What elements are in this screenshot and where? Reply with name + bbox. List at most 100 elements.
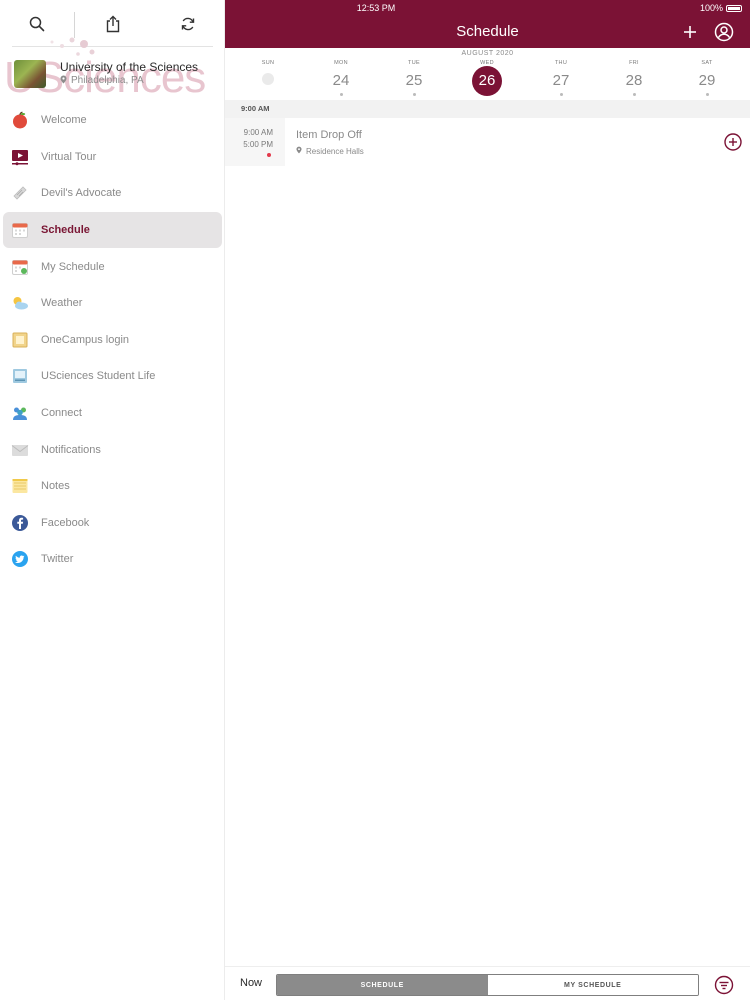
time-section-label: 9:00 AM [241, 104, 270, 113]
sidebar-item-label: Devil's Advocate [41, 187, 122, 200]
event-start-time: 9:00 AM [243, 128, 273, 137]
calendar-icon [11, 221, 29, 239]
day-event-dot [705, 93, 709, 96]
time-section-header: 9:00 AM [225, 100, 750, 118]
apple-icon [11, 111, 29, 129]
battery-percent: 100% [699, 3, 723, 13]
day-number-selected: 26 [472, 66, 502, 96]
location-pin-icon [296, 146, 302, 156]
organization-name: University of the Sciences [60, 60, 199, 74]
day-thu[interactable]: THU 27 [531, 60, 591, 96]
organization-avatar [14, 60, 46, 88]
sidebar-item-weather[interactable]: Weather [3, 285, 222, 322]
sidebar-item-devils-advocate[interactable]: Devil's Advocate [3, 175, 222, 212]
account-icon[interactable] [713, 21, 735, 43]
day-number: 27 [552, 72, 570, 89]
sidebar-item-notes[interactable]: Notes [3, 468, 222, 505]
laptop-icon [11, 367, 29, 385]
event-time-block: 9:00 AM 5:00 PM [225, 118, 285, 166]
sidebar-menu: Welcome Virtual Tour Devil's Advocate Sc… [0, 102, 225, 578]
refresh-icon[interactable] [176, 12, 200, 36]
day-number: 29 [698, 72, 716, 89]
day-sun[interactable]: SUN [238, 60, 298, 85]
sidebar-item-label: Notifications [41, 443, 101, 456]
event-end-time: 5:00 PM [243, 140, 273, 149]
schedule-segmented-control: SCHEDULE MY SCHEDULE [276, 974, 699, 996]
day-event-dot [412, 93, 416, 96]
twitter-icon [11, 550, 29, 568]
sidebar-item-virtual-tour[interactable]: Virtual Tour [3, 139, 222, 176]
newspaper-icon [11, 184, 29, 202]
sidebar-item-facebook[interactable]: Facebook [3, 505, 222, 542]
sidebar-item-label: Virtual Tour [41, 150, 97, 163]
page-title: Schedule [456, 23, 519, 40]
day-of-week: SUN [261, 60, 275, 66]
now-button[interactable]: Now [240, 977, 262, 989]
filter-icon[interactable] [714, 975, 734, 995]
sidebar-item-label: Welcome [41, 114, 87, 127]
day-number: 24 [332, 72, 350, 89]
sidebar-item-label: Schedule [41, 224, 90, 237]
sidebar-item-usciences-student-life[interactable]: USciences Student Life [3, 358, 222, 395]
add-to-schedule-icon[interactable] [724, 133, 742, 151]
calendar-check-icon [11, 258, 29, 276]
schedule-pane: 12:53 PM 100% Schedule AUGUST 2020 SUN M… [225, 0, 750, 1000]
day-event-dot [339, 93, 343, 96]
organization-location: Philadelphia, PA [60, 75, 144, 87]
day-number: 25 [405, 72, 423, 89]
day-wed[interactable]: WED 26 [457, 60, 517, 96]
day-number: 28 [625, 72, 643, 89]
segment-my-schedule[interactable]: MY SCHEDULE [487, 975, 698, 995]
sidebar-item-my-schedule[interactable]: My Schedule [3, 248, 222, 285]
sidebar-item-label: USciences Student Life [41, 370, 156, 383]
app-window: USciences University of the Sciences Phi… [0, 0, 750, 1000]
sidebar-item-welcome[interactable]: Welcome [3, 102, 222, 139]
sidebar-item-notifications[interactable]: Notifications [3, 431, 222, 468]
sidebar-item-schedule[interactable]: Schedule [3, 211, 222, 249]
facebook-icon [11, 514, 29, 532]
event-location: Residence Halls [296, 146, 364, 156]
status-time: 12:53 PM [356, 3, 396, 13]
sidebar-item-label: Twitter [41, 553, 74, 566]
event-row[interactable]: 9:00 AM 5:00 PM Item Drop Off Residence … [225, 118, 750, 166]
location-pin-icon [60, 75, 67, 87]
battery-icon [726, 4, 742, 12]
sidebar-item-label: Connect [41, 407, 82, 420]
segment-schedule[interactable]: SCHEDULE [277, 975, 488, 995]
sidebar-item-onecampus-login[interactable]: OneCampus login [3, 322, 222, 359]
notes-icon [11, 477, 29, 495]
sidebar-item-label: Facebook [41, 516, 90, 529]
day-of-week: TUE [408, 60, 420, 66]
sidebar-item-label: Notes [41, 480, 70, 493]
day-tue[interactable]: TUE 25 [384, 60, 444, 96]
organization-location-text: Philadelphia, PA [71, 75, 144, 86]
day-of-week: FRI [629, 60, 639, 66]
envelope-icon [11, 441, 29, 459]
day-event-dot [632, 93, 636, 96]
people-icon [11, 404, 29, 422]
day-event-dot [559, 93, 563, 96]
organization-header[interactable]: University of the Sciences Philadelphia,… [14, 60, 219, 90]
nav-header: 12:53 PM 100% Schedule [225, 0, 750, 48]
day-of-week: THU [554, 60, 568, 66]
sidebar-item-twitter[interactable]: Twitter [3, 541, 222, 578]
day-sat[interactable]: SAT 29 [677, 60, 737, 96]
add-icon[interactable] [679, 21, 701, 43]
bottom-toolbar: Now SCHEDULE MY SCHEDULE [225, 966, 750, 1000]
day-of-week: MON [334, 60, 348, 66]
sidebar-item-label: My Schedule [41, 260, 105, 273]
event-location-text: Residence Halls [306, 146, 364, 156]
day-fri[interactable]: FRI 28 [604, 60, 664, 96]
event-title: Item Drop Off [296, 129, 362, 141]
day-empty-marker [262, 73, 274, 85]
sidebar-item-connect[interactable]: Connect [3, 395, 222, 432]
sidebar-item-label: OneCampus login [41, 333, 130, 346]
month-label: AUGUST 2020 [461, 50, 514, 57]
day-mon[interactable]: MON 24 [311, 60, 371, 96]
sidebar: USciences University of the Sciences Phi… [0, 0, 225, 1000]
week-strip: AUGUST 2020 SUN MON 24 TUE 25 WED 26 THU [225, 48, 750, 100]
event-status-dot [267, 153, 271, 157]
sidebar-item-label: Weather [41, 297, 83, 310]
status-battery: 100% [700, 3, 742, 13]
weather-icon [11, 294, 29, 312]
